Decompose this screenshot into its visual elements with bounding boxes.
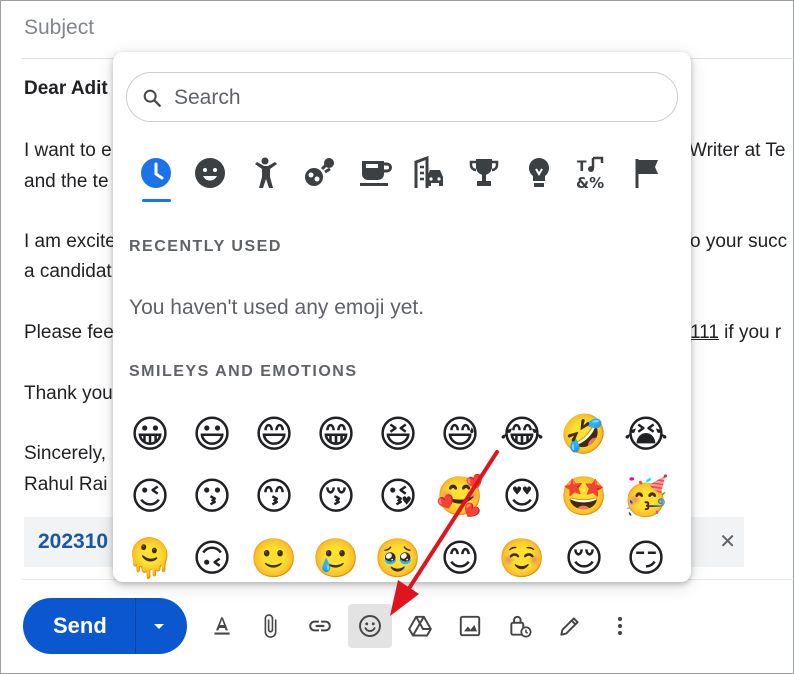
emoji-item[interactable]: 🙃 (186, 532, 238, 582)
emoji-item[interactable]: 🤣 (558, 408, 610, 460)
emoji-item[interactable]: 😆 (372, 408, 424, 460)
category-flags-tab[interactable] (630, 155, 666, 191)
pen-icon (560, 617, 579, 636)
send-button[interactable]: Send (23, 598, 187, 654)
emoji-item[interactable]: ☺️ (496, 532, 548, 582)
emoji-item[interactable]: 😏 (620, 532, 672, 582)
recent-section-title: RECENTLY USED (129, 238, 282, 255)
insert-signature-button[interactable] (548, 604, 592, 648)
formatting-options-button[interactable] (200, 604, 244, 648)
emoji-item[interactable]: 😌 (558, 532, 610, 582)
text-format-icon (214, 617, 230, 635)
body-line-signature[interactable]: Rahul Rai (24, 474, 107, 496)
phone-link[interactable]: 111 (690, 322, 719, 343)
smiley-face-icon (195, 158, 225, 188)
body-line[interactable]: Please fee (24, 322, 114, 344)
drive-icon (408, 615, 432, 637)
insert-from-drive-button[interactable] (398, 604, 442, 648)
body-line-right[interactable]: o your succ (690, 231, 787, 253)
body-line-signoff[interactable]: Sincerely, (24, 443, 106, 465)
category-objects-tab[interactable] (521, 155, 557, 191)
smileys-section-title: SMILEYS AND EMOTIONS (129, 363, 358, 380)
body-line-right[interactable]: Writer at Te (689, 140, 785, 162)
emoji-item[interactable]: 😉 (124, 470, 176, 522)
emoji-item[interactable]: 🙂 (248, 532, 300, 582)
category-food-drink-tab[interactable] (357, 155, 393, 191)
emoji-search-input[interactable] (172, 73, 656, 123)
emoji-item[interactable]: 😀 (124, 408, 176, 460)
emoji-search-box[interactable] (126, 72, 678, 123)
person-icon (255, 157, 277, 188)
insert-photo-button[interactable] (448, 604, 492, 648)
more-vert-icon (617, 616, 623, 636)
category-activities-tab[interactable] (466, 155, 502, 191)
symbols-icon: T&% (576, 156, 604, 192)
emoji-item[interactable]: 😘 (372, 470, 424, 522)
category-travel-places-tab[interactable] (411, 155, 447, 191)
body-line-right-text: if you r (718, 322, 782, 343)
emoji-picker: T&% RECENTLY USED You haven't used any e… (113, 52, 691, 582)
coffee-icon (360, 161, 392, 186)
category-people-tab[interactable] (247, 155, 283, 191)
emoji-item[interactable]: 😙 (248, 470, 300, 522)
emoji-item[interactable]: 😗 (186, 470, 238, 522)
emoji-item[interactable]: 😚 (310, 470, 362, 522)
body-line[interactable]: a candidat (24, 261, 112, 283)
emoji-item[interactable]: 😄 (248, 408, 300, 460)
body-line[interactable]: I want to e (24, 140, 112, 162)
active-category-indicator (142, 199, 171, 202)
insert-link-button[interactable] (298, 604, 342, 648)
emoji-item[interactable]: 🥰 (434, 470, 486, 522)
category-animals-nature-tab[interactable] (302, 155, 338, 191)
body-line[interactable]: Thank you (24, 383, 113, 405)
link-icon (309, 620, 331, 632)
schedule-send-dropdown-icon[interactable] (147, 614, 171, 638)
insert-emoji-button[interactable] (348, 604, 392, 648)
more-options-button[interactable] (598, 604, 642, 648)
emoji-item[interactable]: 🥹 (372, 532, 424, 582)
send-label: Send (53, 613, 107, 638)
subject-field[interactable]: Subject (24, 16, 94, 40)
emoji-item[interactable]: 🥲 (310, 532, 362, 582)
category-recent-tab[interactable] (138, 155, 174, 191)
flag-icon (635, 159, 658, 188)
attachment-name[interactable]: 202310 (38, 530, 108, 554)
confidential-mode-button[interactable] (498, 604, 542, 648)
remove-attachment-icon[interactable]: ✕ (719, 529, 736, 554)
smiley-icon (359, 615, 381, 637)
trophy-icon (469, 159, 499, 186)
send-divider (135, 598, 136, 654)
emoji-item[interactable]: 😅 (434, 408, 486, 460)
emoji-item[interactable]: 😊 (434, 532, 486, 582)
emoji-item[interactable]: 😭 (620, 408, 672, 460)
photo-icon (459, 615, 481, 637)
attach-files-button[interactable] (248, 604, 292, 648)
svg-text:&%: &% (576, 174, 604, 191)
emoji-item[interactable]: 😍 (496, 470, 548, 522)
recent-empty-message: You haven't used any emoji yet. (129, 296, 425, 319)
svg-text:T: T (577, 159, 587, 175)
building-car-icon (414, 155, 443, 188)
body-line-right[interactable]: 111 if you r (690, 322, 781, 344)
body-line[interactable]: I am excite (24, 231, 116, 253)
category-symbols-tab[interactable]: T &% (575, 155, 611, 192)
emoji-item[interactable]: 🥳 (620, 470, 672, 522)
flower-icon (305, 158, 334, 186)
lightbulb-icon (529, 158, 549, 187)
body-line-greeting[interactable]: Dear Adit (24, 78, 108, 100)
emoji-item[interactable]: 🤩 (558, 470, 610, 522)
body-line[interactable]: and the te (24, 171, 109, 193)
search-icon (143, 89, 161, 107)
lock-clock-icon (510, 615, 532, 638)
clock-icon (141, 158, 171, 188)
emoji-item[interactable]: 😃 (186, 408, 238, 460)
emoji-item[interactable]: 😂 (496, 408, 548, 460)
category-smileys-tab[interactable] (192, 155, 228, 191)
attach-file-icon (264, 614, 277, 638)
emoji-item[interactable]: 🫠 (124, 532, 176, 582)
emoji-item[interactable]: 😁 (310, 408, 362, 460)
